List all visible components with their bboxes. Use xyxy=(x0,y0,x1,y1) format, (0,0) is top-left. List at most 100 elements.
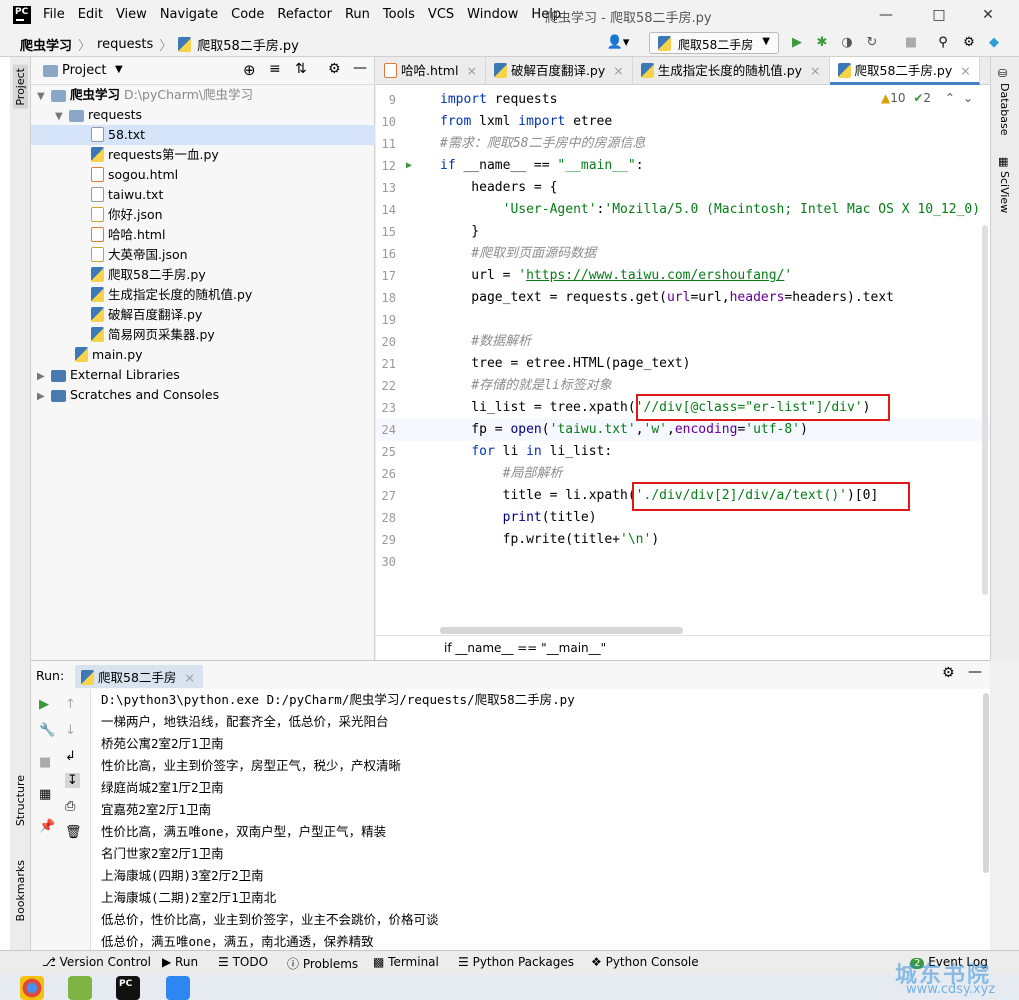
database-tool-tab[interactable]: Database xyxy=(998,83,1011,136)
window-title: 爬虫学习 - 爬取58二手房.py xyxy=(545,11,712,26)
locate-icon[interactable]: ⊕ xyxy=(243,61,256,79)
tree-item[interactable]: ▼ requests xyxy=(31,105,375,125)
tree-item[interactable]: 爬取58二手房.py xyxy=(31,265,375,285)
chrome-icon[interactable] xyxy=(20,976,44,1000)
menu-item-code[interactable]: Code xyxy=(231,7,264,22)
notepad-icon[interactable] xyxy=(68,976,92,1000)
menu-item-run[interactable]: Run xyxy=(345,7,370,22)
menu-item-window[interactable]: Window xyxy=(467,7,518,22)
menu-item-edit[interactable]: Edit xyxy=(78,7,103,22)
tree-item[interactable]: 大英帝国.json xyxy=(31,245,375,265)
breadcrumb-file[interactable]: 爬取58二手房.py xyxy=(197,35,299,54)
run-gutter-icon[interactable]: ▶ xyxy=(406,155,412,177)
python-console-tab[interactable]: ❖ Python Console xyxy=(591,955,699,969)
search-icon[interactable]: ⚲ xyxy=(934,34,952,52)
wrench-icon[interactable]: 🔧 xyxy=(39,723,55,738)
breadcrumb-project[interactable]: 爬虫学习 xyxy=(20,35,72,54)
run-tab[interactable]: ▶ Run xyxy=(162,955,198,969)
code-line: for li in li_list: xyxy=(471,444,613,459)
stop-icon[interactable]: ■ xyxy=(902,34,920,52)
coverage-icon[interactable]: ◑ xyxy=(838,34,856,52)
tab-baidu-translate[interactable]: 破解百度翻译.py × xyxy=(486,57,633,85)
tree-item[interactable]: ▶ Scratches and Consoles xyxy=(31,385,375,405)
user-icon[interactable]: 👤▾ xyxy=(605,34,631,52)
hide-icon[interactable]: — xyxy=(968,664,982,680)
rerun-icon[interactable]: ▶ xyxy=(39,697,49,712)
code-line: 'User-Agent':'Mozilla/5.0 (Macintosh; In… xyxy=(502,202,981,217)
todo-tab[interactable]: ☰ TODO xyxy=(218,955,268,969)
close-tab-icon[interactable]: × xyxy=(466,63,476,78)
console-scrollbar[interactable] xyxy=(983,693,989,873)
expand-all-icon[interactable]: ≡ xyxy=(269,61,281,77)
project-header-label[interactable]: Project xyxy=(62,63,106,78)
project-tool-tab[interactable]: Project xyxy=(13,65,28,109)
gear-icon[interactable]: ⚙ xyxy=(960,34,978,52)
scroll-to-end-icon[interactable]: ↧ xyxy=(65,773,80,788)
tree-item[interactable]: ▶ External Libraries xyxy=(31,365,375,385)
vertical-scrollbar[interactable] xyxy=(982,225,988,595)
tree-item[interactable]: 生成指定长度的随机值.py xyxy=(31,285,375,305)
tree-item[interactable]: 简易网页采集器.py xyxy=(31,325,375,345)
pin-icon[interactable]: 📌 xyxy=(39,819,55,834)
python-packages-tab[interactable]: ☰ Python Packages xyxy=(458,955,574,969)
close-tab-icon[interactable]: × xyxy=(960,63,970,78)
tree-item[interactable]: 58.txt xyxy=(31,125,375,145)
console-output[interactable]: D:\python3\python.exe D:/pyCharm/爬虫学习/re… xyxy=(101,689,981,951)
stop-icon[interactable]: ■ xyxy=(39,755,51,770)
tab-random-value[interactable]: 生成指定长度的随机值.py × xyxy=(633,57,830,85)
toolbox-icon[interactable]: ◆ xyxy=(985,34,1003,52)
tab-scrape-58[interactable]: 爬取58二手房.py × xyxy=(829,57,980,85)
txt-file-icon xyxy=(91,187,104,202)
run-config-select[interactable]: 爬取58二手房 ▼ xyxy=(649,32,779,54)
collapse-all-icon[interactable]: ⇅ xyxy=(295,61,307,77)
menu-item-file[interactable]: File xyxy=(43,7,65,22)
menu-item-refactor[interactable]: Refactor xyxy=(277,7,332,22)
tree-item[interactable]: 你好.json xyxy=(31,205,375,225)
chevron-down-icon[interactable]: ▼ xyxy=(115,64,123,75)
soft-wrap-icon[interactable]: ↲ xyxy=(65,749,76,764)
app-icon[interactable] xyxy=(166,976,190,1000)
profile-icon[interactable]: ↻ xyxy=(863,34,881,52)
trash-icon[interactable]: 🗑 xyxy=(65,825,82,840)
menu-item-vcs[interactable]: VCS xyxy=(428,7,454,22)
tree-item[interactable]: sogou.html xyxy=(31,165,375,185)
code-area[interactable]: 9 import requests 10 from lxml import etre… xyxy=(376,89,990,634)
tree-root[interactable]: ▼ 爬虫学习 D:\pyCharm\爬虫学习 xyxy=(31,85,375,105)
print-icon[interactable]: ⎙ xyxy=(65,799,75,814)
terminal-tab[interactable]: ▩ Terminal xyxy=(373,955,439,969)
tab-haha-html[interactable]: 哈哈.html × xyxy=(376,57,486,85)
layout-icon[interactable]: ▦ xyxy=(39,787,51,802)
project-panel: Project ▼ ⊕ ≡ ⇅ ⚙ — ▼ 爬虫学习 D:\pyCharm\爬虫学… xyxy=(31,57,375,660)
minimize-icon[interactable]: — xyxy=(875,4,897,26)
bookmarks-tool-tab[interactable]: Bookmarks xyxy=(14,860,27,921)
down-icon[interactable]: ↓ xyxy=(65,723,76,738)
tree-item[interactable]: 哈哈.html xyxy=(31,225,375,245)
chevron-right-icon: ▶ xyxy=(37,391,45,402)
sciview-tool-tab[interactable]: SciView xyxy=(998,171,1011,213)
menu-item-view[interactable]: View xyxy=(116,7,147,22)
debug-icon[interactable]: ✱ xyxy=(813,34,831,52)
problems-tab[interactable]: ⓘ Problems xyxy=(287,955,358,972)
pycharm-taskbar-icon[interactable]: PC xyxy=(116,976,140,1000)
close-icon[interactable]: ✕ xyxy=(977,4,999,26)
hide-icon[interactable]: — xyxy=(353,60,367,76)
run-icon[interactable]: ▶ xyxy=(788,34,806,52)
tree-item[interactable]: 破解百度翻译.py xyxy=(31,305,375,325)
horizontal-scrollbar[interactable] xyxy=(440,627,683,634)
menu-item-navigate[interactable]: Navigate xyxy=(160,7,218,22)
up-icon[interactable]: ↑ xyxy=(65,697,76,712)
close-tab-icon[interactable]: × xyxy=(810,63,820,78)
maximize-icon[interactable]: □ xyxy=(928,4,950,26)
editor-breadcrumb[interactable]: if __name__ == "__main__" xyxy=(376,635,990,660)
close-tab-icon[interactable]: × xyxy=(613,63,623,78)
gear-icon[interactable]: ⚙ xyxy=(328,61,341,77)
breadcrumb-folder[interactable]: requests xyxy=(97,37,153,52)
menu-item-tools[interactable]: Tools xyxy=(383,7,415,22)
tree-item[interactable]: taiwu.txt xyxy=(31,185,375,205)
tree-item[interactable]: requests第一血.py xyxy=(31,145,375,165)
gear-icon[interactable]: ⚙ xyxy=(942,665,955,681)
structure-tool-tab[interactable]: Structure xyxy=(14,775,27,826)
tree-item[interactable]: main.py xyxy=(31,345,375,365)
version-control-tab[interactable]: ⎇ Version Control xyxy=(42,955,151,969)
run-config-tab[interactable]: 爬取58二手房 × xyxy=(75,665,203,688)
